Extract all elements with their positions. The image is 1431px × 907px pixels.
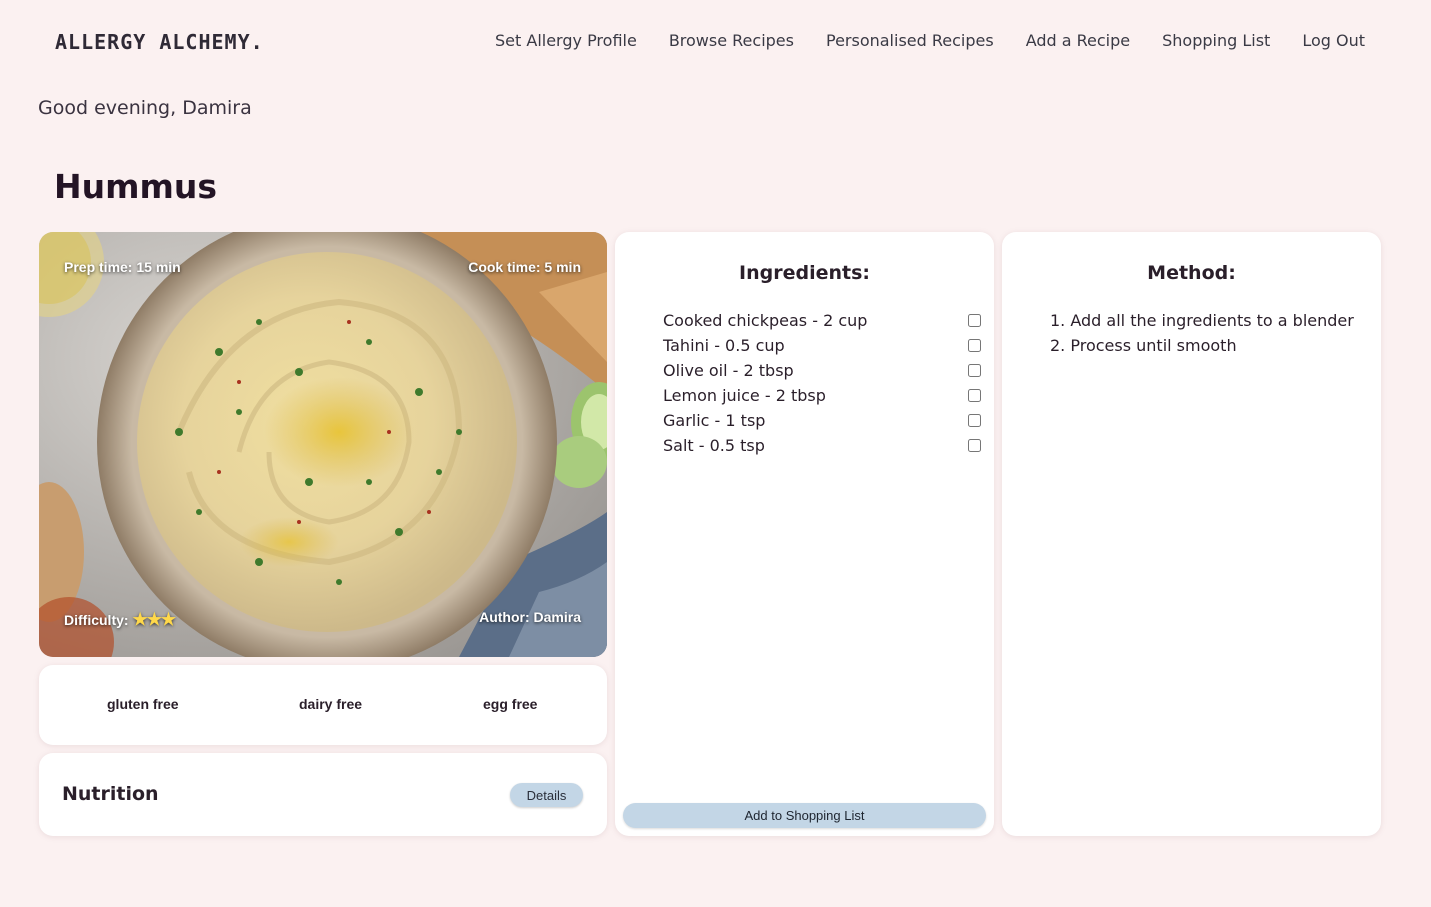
hummus-photo (39, 232, 607, 657)
difficulty-stars-icon: ★★★ (132, 610, 176, 629)
ingredient-item: Tahini - 0.5 cup (663, 333, 985, 358)
nav-log-out[interactable]: Log Out (1302, 31, 1365, 50)
method-step: 1. Add all the ingredients to a blender (1050, 311, 1354, 330)
ingredients-list: Cooked chickpeas - 2 cup Tahini - 0.5 cu… (663, 308, 985, 458)
nav-browse-recipes[interactable]: Browse Recipes (669, 31, 794, 50)
ingredient-item: Garlic - 1 tsp (663, 408, 985, 433)
top-nav: Set Allergy Profile Browse Recipes Perso… (495, 31, 1365, 50)
add-to-shopping-list-button[interactable]: Add to Shopping List (623, 803, 986, 828)
app-logo[interactable]: ALLERGY ALCHEMY. (55, 30, 264, 54)
greeting: Good evening, Damira (38, 97, 252, 119)
ingredient-label: Lemon juice - 2 tbsp (663, 386, 826, 405)
ingredient-checkbox[interactable] (968, 389, 981, 402)
difficulty-label: Difficulty: (64, 612, 129, 628)
recipe-title: Hummus (54, 167, 218, 206)
ingredient-label: Cooked chickpeas - 2 cup (663, 311, 868, 330)
ingredient-checkbox[interactable] (968, 339, 981, 352)
ingredient-item: Olive oil - 2 tbsp (663, 358, 985, 383)
nav-add-recipe[interactable]: Add a Recipe (1026, 31, 1130, 50)
ingredient-checkbox[interactable] (968, 414, 981, 427)
ingredients-title: Ingredients: (739, 262, 870, 284)
ingredient-checkbox[interactable] (968, 314, 981, 327)
method-title: Method: (1147, 262, 1236, 284)
ingredient-label: Salt - 0.5 tsp (663, 436, 765, 455)
recipe-author: Author: Damira (479, 609, 581, 625)
ingredient-item: Lemon juice - 2 tbsp (663, 383, 985, 408)
nutrition-card: Nutrition Details (39, 753, 607, 836)
dietary-tags: gluten free dairy free egg free (39, 665, 607, 745)
tag-dairy-free: dairy free (299, 696, 363, 712)
ingredient-label: Tahini - 0.5 cup (663, 336, 785, 355)
nav-set-allergy-profile[interactable]: Set Allergy Profile (495, 31, 637, 50)
recipe-image: Prep time: 15 min Cook time: 5 min Diffi… (39, 232, 607, 657)
prep-time: Prep time: 15 min (64, 259, 181, 275)
nav-shopping-list[interactable]: Shopping List (1162, 31, 1270, 50)
tag-egg-free: egg free (483, 696, 538, 712)
ingredients-card: Ingredients: Cooked chickpeas - 2 cup Ta… (615, 232, 994, 836)
cook-time: Cook time: 5 min (468, 259, 581, 275)
nutrition-details-button[interactable]: Details (510, 783, 583, 807)
ingredient-item: Cooked chickpeas - 2 cup (663, 308, 985, 333)
ingredient-label: Garlic - 1 tsp (663, 411, 766, 430)
tag-gluten-free: gluten free (107, 696, 179, 712)
method-step: 2. Process until smooth (1050, 336, 1237, 355)
ingredient-checkbox[interactable] (968, 364, 981, 377)
ingredient-item: Salt - 0.5 tsp (663, 433, 985, 458)
ingredient-label: Olive oil - 2 tbsp (663, 361, 794, 380)
ingredient-checkbox[interactable] (968, 439, 981, 452)
nutrition-title: Nutrition (62, 783, 159, 805)
difficulty: Difficulty: ★★★ (64, 610, 176, 630)
nav-personalised-recipes[interactable]: Personalised Recipes (826, 31, 994, 50)
method-card: Method: 1. Add all the ingredients to a … (1002, 232, 1381, 836)
method-steps: 1. Add all the ingredients to a blender … (1050, 308, 1354, 358)
